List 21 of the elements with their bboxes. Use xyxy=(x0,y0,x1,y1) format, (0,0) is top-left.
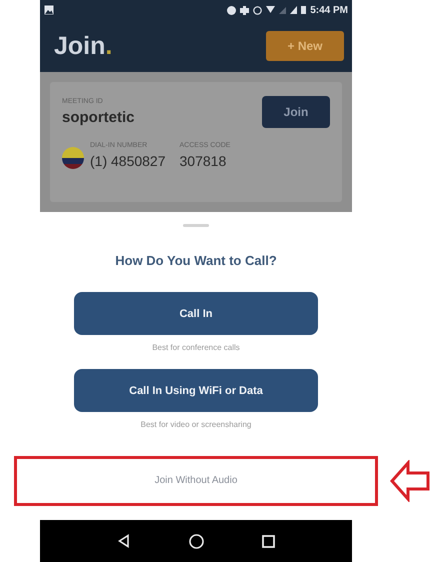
image-notification-icon xyxy=(44,5,54,15)
dial-in-number: (1) 4850827 xyxy=(90,153,166,169)
join-button[interactable]: Join xyxy=(262,96,330,128)
access-code: 307818 xyxy=(180,153,228,169)
back-icon[interactable] xyxy=(117,534,131,548)
status-time: 5:44 PM xyxy=(310,4,348,16)
app-logo: Join. xyxy=(54,32,112,60)
battery-icon xyxy=(301,6,306,14)
call-option-button[interactable]: Call In Using WiFi or Data xyxy=(74,369,318,412)
recents-icon[interactable] xyxy=(262,534,275,548)
call-option-button[interactable]: Call In xyxy=(74,292,318,335)
option-note: Best for video or screensharing xyxy=(140,420,252,429)
arrow-icon xyxy=(390,460,430,502)
meeting-name: soportetic xyxy=(62,109,135,126)
join-without-audio-link[interactable]: Join Without Audio xyxy=(150,473,242,488)
drag-handle[interactable] xyxy=(183,224,209,227)
flag-icon xyxy=(62,147,84,169)
option-note: Best for conference calls xyxy=(152,343,240,352)
wifi-icon xyxy=(266,6,276,14)
home-icon[interactable] xyxy=(189,534,204,548)
sheet-title: How Do You Want to Call? xyxy=(115,253,277,268)
